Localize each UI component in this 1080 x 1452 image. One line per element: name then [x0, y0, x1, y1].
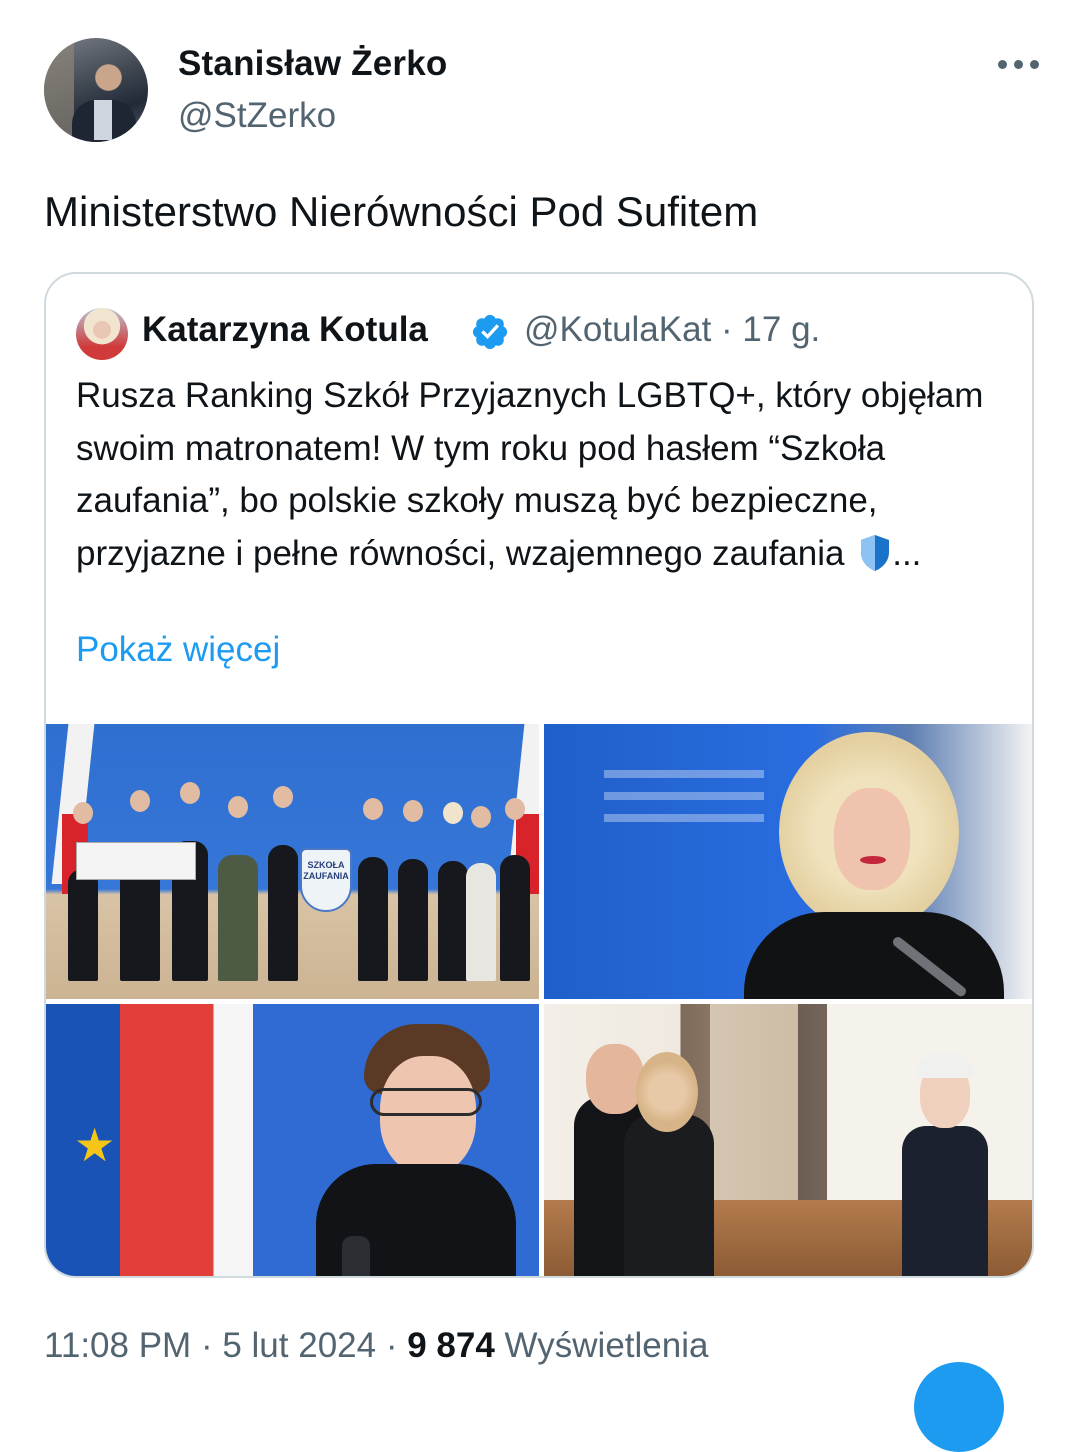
more-horizontal-icon	[1029, 59, 1039, 69]
views-count: 9 874	[407, 1326, 495, 1365]
person-head	[505, 798, 525, 820]
person	[624, 1114, 714, 1276]
avatar-background	[44, 38, 74, 142]
person-head	[180, 782, 200, 804]
views-label: Wyświetlenia	[504, 1326, 709, 1365]
quoted-tweet-text: Rusza Ranking Szkół Przyjaznych LGBTQ+, …	[76, 370, 1016, 580]
tweet-time[interactable]: 11:08 PM	[44, 1326, 191, 1365]
person	[398, 859, 428, 981]
person-head	[471, 806, 491, 828]
glasses	[370, 1088, 482, 1116]
tweet-meta: 11:08 PM · 5 lut 2024 · 9 874 Wyświetlen…	[44, 1326, 708, 1366]
school-trust-sign: SZKOŁA ZAUFANIA	[300, 848, 352, 912]
media-image-speaker[interactable]: ★	[46, 1004, 539, 1276]
show-more-link[interactable]: Pokaż więcej	[76, 630, 280, 670]
microphone	[342, 1236, 370, 1276]
person-head	[73, 802, 93, 824]
person	[902, 1126, 988, 1276]
tweet-date[interactable]: 5 lut 2024	[222, 1326, 376, 1365]
quoted-author-name: Katarzyna Kotula	[142, 310, 428, 349]
quoted-text-body: Rusza Ranking Szkół Przyjaznych LGBTQ+, …	[76, 376, 984, 573]
person	[466, 863, 496, 981]
person-head	[273, 786, 293, 808]
meta-separator: ·	[200, 1326, 213, 1365]
person	[438, 861, 468, 981]
tweet-text: Ministerstwo Nierówności Pod Sufitem	[44, 188, 759, 235]
media-image-room[interactable]	[544, 1004, 1032, 1276]
quoted-author-avatar	[76, 308, 128, 360]
shield-emoji-icon	[861, 534, 890, 571]
author-handle[interactable]: @StZerko	[178, 96, 336, 136]
meta-separator: ·	[385, 1326, 398, 1365]
lips	[860, 856, 886, 864]
person-head	[228, 796, 248, 818]
person	[68, 869, 98, 981]
person	[268, 845, 298, 981]
person-head	[130, 790, 150, 812]
more-options-button[interactable]	[988, 46, 1048, 82]
person	[218, 855, 258, 981]
author-avatar[interactable]	[44, 38, 148, 142]
compose-fab-button[interactable]	[914, 1362, 1004, 1452]
person-head	[363, 798, 383, 820]
person-head	[443, 802, 463, 824]
wall-lettering	[604, 770, 764, 830]
cheque-board	[76, 842, 196, 880]
media-image-portrait[interactable]	[544, 724, 1032, 999]
person-head	[586, 1044, 644, 1114]
quoted-text-ellipsis: ...	[892, 533, 922, 573]
dark-jacket	[744, 912, 1004, 999]
media-grid: SZKOŁA ZAUFANIA ★	[46, 724, 1032, 1276]
person	[500, 855, 530, 981]
person-head	[636, 1052, 698, 1132]
face	[834, 788, 910, 890]
eu-star-icon: ★	[74, 1119, 116, 1171]
quoted-handle-and-time: @KotulaKat · 17 g.	[524, 310, 821, 349]
more-horizontal-icon	[1013, 59, 1023, 69]
light-hair	[916, 1054, 974, 1078]
person	[358, 857, 388, 981]
person-head	[403, 800, 423, 822]
author-display-name[interactable]: Stanisław Żerko	[178, 44, 447, 84]
avatar-shirt	[94, 100, 112, 140]
media-image-group-photo[interactable]: SZKOŁA ZAUFANIA	[46, 724, 539, 999]
verified-badge-icon	[472, 314, 508, 350]
quoted-tweet-card[interactable]: Katarzyna Kotula @KotulaKat · 17 g. Rusz…	[44, 272, 1034, 1278]
more-horizontal-icon	[997, 59, 1007, 69]
